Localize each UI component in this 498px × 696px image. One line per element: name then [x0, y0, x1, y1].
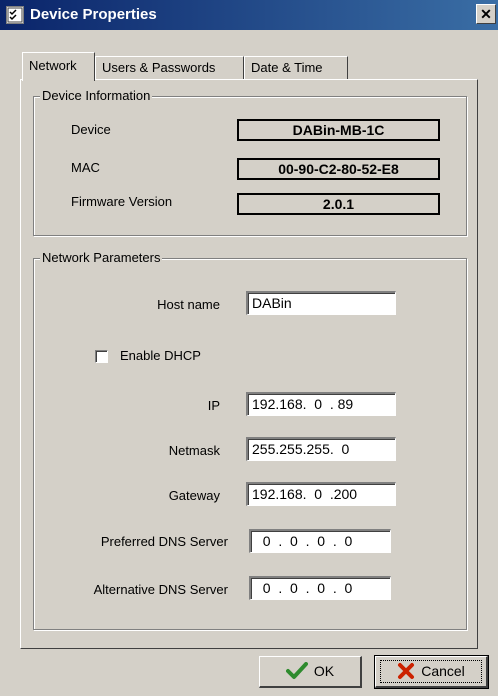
- device-label: Device: [71, 122, 111, 137]
- device-information-legend: Device Information: [40, 88, 153, 103]
- ok-button[interactable]: OK: [259, 656, 362, 688]
- netmask-field[interactable]: 255.255.255. 0: [246, 437, 396, 461]
- enable-dhcp-checkbox[interactable]: [95, 350, 108, 363]
- ok-label: OK: [313, 663, 335, 679]
- checkmark-icon: [285, 661, 308, 679]
- title-bar: Device Properties ✕: [0, 0, 498, 30]
- gateway-field[interactable]: 192.168. 0 .200: [246, 482, 396, 506]
- tab-date-time[interactable]: Date & Time: [244, 56, 348, 80]
- host-name-label: Host name: [157, 297, 220, 312]
- preferred-dns-label: Preferred DNS Server: [100, 534, 228, 549]
- window-title: Device Properties: [30, 6, 157, 23]
- enable-dhcp-label[interactable]: Enable DHCP: [120, 348, 201, 363]
- gateway-label: Gateway: [168, 488, 220, 503]
- firmware-version-label: Firmware Version: [71, 194, 173, 209]
- tab-panel-network: Device Information Device DABin-MB-1C MA…: [20, 79, 478, 649]
- tab-network[interactable]: Network: [22, 52, 95, 81]
- cancel-button[interactable]: Cancel: [374, 655, 489, 689]
- tab-users-passwords[interactable]: Users & Passwords: [95, 56, 244, 80]
- close-button[interactable]: ✕: [476, 4, 496, 24]
- network-parameters-group: Network Parameters Host name DABin Enabl…: [33, 250, 467, 630]
- ip-label: IP: [207, 398, 220, 413]
- firmware-version-value: 2.0.1: [237, 193, 440, 215]
- network-parameters-legend: Network Parameters: [40, 250, 163, 265]
- host-name-field[interactable]: DABin: [246, 291, 396, 315]
- preferred-dns-field[interactable]: 0 . 0 . 0 . 0: [249, 529, 391, 553]
- netmask-label: Netmask: [168, 443, 220, 458]
- device-information-group: Device Information Device DABin-MB-1C MA…: [33, 88, 467, 236]
- mac-label: MAC: [71, 160, 100, 175]
- ip-address-field[interactable]: 192.168. 0 . 89: [246, 392, 396, 416]
- alternative-dns-label: Alternative DNS Server: [93, 582, 228, 597]
- alternative-dns-field[interactable]: 0 . 0 . 0 . 0: [249, 576, 391, 600]
- mac-value: 00-90-C2-80-52-E8: [237, 158, 440, 180]
- focus-rectangle: [380, 660, 482, 683]
- app-checklist-icon: [6, 6, 24, 24]
- device-value: DABin-MB-1C: [237, 119, 440, 141]
- close-icon: ✕: [480, 6, 492, 22]
